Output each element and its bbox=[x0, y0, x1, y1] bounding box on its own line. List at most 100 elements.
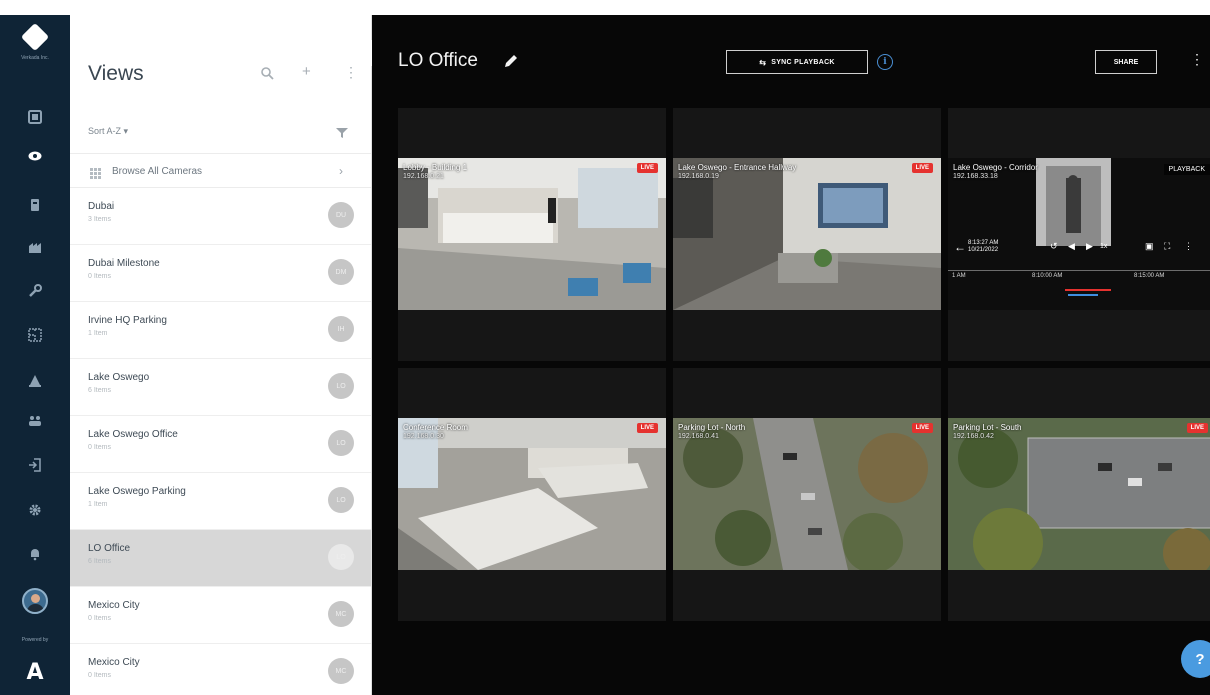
view-item-count: 1 Item bbox=[88, 501, 108, 508]
view-list-item[interactable]: Dubai Milestone 0 Items DM bbox=[70, 245, 371, 302]
fullscreen-icon[interactable]: ⛶ bbox=[1164, 241, 1170, 252]
camera-ip: 192.168.0.41 bbox=[678, 433, 719, 440]
picture-in-picture-icon[interactable]: ▣ bbox=[1145, 241, 1154, 252]
step-back-icon[interactable]: ◀ bbox=[1068, 241, 1075, 252]
tools-icon[interactable] bbox=[25, 281, 45, 301]
view-name: Irvine HQ Parking bbox=[88, 315, 167, 326]
grid-icon bbox=[90, 166, 101, 179]
rewind-icon[interactable]: ↺ bbox=[1050, 241, 1058, 252]
speed-icon[interactable]: 1x bbox=[1100, 243, 1107, 250]
buildings-icon[interactable] bbox=[25, 237, 45, 257]
cameras-icon[interactable] bbox=[25, 146, 45, 166]
camera-name: Parking Lot - South bbox=[953, 423, 1022, 432]
view-list-item[interactable]: LO Office 6 Items LO bbox=[70, 530, 371, 587]
view-list-item[interactable]: Lake Oswego Parking 1 Item LO bbox=[70, 473, 371, 530]
camera-feed-image bbox=[398, 418, 666, 570]
camera-feed-image bbox=[398, 158, 666, 310]
camera-ip: 192.168.0.21 bbox=[403, 173, 444, 180]
view-name: Mexico City bbox=[88, 600, 140, 611]
chevron-right-icon: › bbox=[339, 164, 343, 178]
timeline-tick-label: 1 AM bbox=[952, 273, 966, 279]
sidebar-title: Views bbox=[88, 62, 144, 85]
people-icon[interactable] bbox=[25, 411, 45, 431]
view-list-item[interactable]: Mexico City 0 Items MC bbox=[70, 587, 371, 644]
camera-ip: 192.168.0.19 bbox=[678, 173, 719, 180]
camera-feed[interactable]: Parking Lot - South 192.168.0.42 LIVE bbox=[948, 418, 1210, 570]
view-list-item[interactable]: Mexico City 0 Items MC bbox=[70, 644, 371, 695]
camera-name: Lobby - Building 1 bbox=[403, 163, 468, 172]
playback-badge: PLAYBACK bbox=[1163, 164, 1210, 175]
timeline-recording-segment bbox=[1068, 294, 1098, 296]
view-list-item[interactable]: Dubai 3 Items DU bbox=[70, 188, 371, 245]
view-thumbnail-badge: LO bbox=[328, 430, 354, 456]
share-button[interactable]: SHARE bbox=[1095, 50, 1157, 74]
view-thumbnail-badge: DU bbox=[328, 202, 354, 228]
camera-name: Lake Oswego - Entrance Hallway bbox=[678, 163, 797, 172]
view-item-count: 6 Items bbox=[88, 387, 111, 394]
camera-tile[interactable]: Parking Lot - North 192.168.0.41 LIVE bbox=[673, 368, 941, 621]
playback-date: 10/21/2022 bbox=[968, 247, 999, 253]
camera-feed-image bbox=[948, 418, 1210, 570]
powered-by-logo: A bbox=[26, 660, 44, 685]
view-name: Dubai Milestone bbox=[88, 258, 160, 269]
filter-icon[interactable] bbox=[336, 125, 348, 138]
view-item-count: 0 Items bbox=[88, 672, 111, 679]
floorplan-icon[interactable] bbox=[25, 325, 45, 345]
view-thumbnail-badge: IH bbox=[328, 316, 354, 342]
view-item-count: 0 Items bbox=[88, 273, 111, 280]
camera-name: Lake Oswego - Corridor bbox=[953, 163, 1038, 172]
camera-feed[interactable]: Conference Room 192.168.0.30 LIVE bbox=[398, 418, 666, 570]
browse-all-cameras[interactable]: Browse All Cameras › bbox=[70, 153, 371, 188]
info-icon[interactable]: i bbox=[877, 54, 893, 70]
view-thumbnail-badge: LO bbox=[328, 373, 354, 399]
camera-feed[interactable]: Lobby - Building 1 192.168.0.21 LIVE bbox=[398, 158, 666, 310]
view-list-item[interactable]: Irvine HQ Parking 1 Item IH bbox=[70, 302, 371, 359]
camera-tile[interactable]: Parking Lot - South 192.168.0.42 LIVE bbox=[948, 368, 1210, 621]
camera-tile[interactable]: Conference Room 192.168.0.30 LIVE bbox=[398, 368, 666, 621]
view-list-item[interactable]: Lake Oswego 6 Items LO bbox=[70, 359, 371, 416]
play-icon[interactable]: ▶ bbox=[1086, 241, 1093, 252]
nav-rail: Verkada Inc. Powered by A bbox=[0, 15, 70, 695]
camera-feed[interactable]: Parking Lot - North 192.168.0.41 LIVE bbox=[673, 418, 941, 570]
more-icon[interactable]: ⋮ bbox=[1184, 241, 1193, 252]
view-item-count: 0 Items bbox=[88, 444, 111, 451]
dashboard-icon[interactable] bbox=[25, 107, 45, 127]
sidebar-more-button[interactable]: ⋮ bbox=[344, 65, 358, 79]
camera-tile[interactable]: Lobby - Building 1 192.168.0.21 LIVE bbox=[398, 108, 666, 361]
view-more-button[interactable]: ⋮ bbox=[1190, 51, 1204, 68]
playback-timestamp: 8:13:27 AM 10/21/2022 bbox=[968, 240, 998, 254]
back-arrow-icon[interactable]: ← bbox=[954, 240, 966, 254]
camera-tile[interactable]: Lake Oswego - Entrance Hallway 192.168.0.… bbox=[673, 108, 941, 361]
avatar-head bbox=[31, 594, 40, 603]
camera-feed[interactable]: Lake Oswego - Corridor 192.168.33.18 PLAYB… bbox=[948, 158, 1210, 310]
alarms-icon[interactable] bbox=[25, 371, 45, 391]
add-view-button[interactable]: + bbox=[302, 64, 311, 79]
user-avatar[interactable] bbox=[22, 588, 48, 614]
notifications-icon[interactable] bbox=[25, 544, 45, 564]
view-item-count: 0 Items bbox=[88, 615, 111, 622]
view-item-count: 6 Items bbox=[88, 558, 111, 565]
access-icon[interactable] bbox=[25, 455, 45, 475]
search-icon[interactable] bbox=[260, 66, 274, 80]
camera-feed[interactable]: Lake Oswego - Entrance Hallway 192.168.0.… bbox=[673, 158, 941, 310]
timeline-track[interactable] bbox=[948, 270, 1210, 271]
view-name: Lake Oswego Parking bbox=[88, 486, 186, 497]
sites-icon[interactable] bbox=[25, 195, 45, 215]
view-name: Lake Oswego bbox=[88, 372, 150, 383]
live-badge: LIVE bbox=[1186, 423, 1208, 433]
brand-diamond-icon bbox=[20, 22, 50, 52]
live-badge: LIVE bbox=[911, 423, 933, 433]
view-thumbnail-badge: LO bbox=[328, 487, 354, 513]
brand-logo[interactable]: Verkada Inc. bbox=[0, 15, 70, 75]
settings-icon[interactable] bbox=[25, 500, 45, 520]
brand-subtext: Verkada Inc. bbox=[21, 55, 49, 61]
camera-view-panel: LO Office ⇆ SYNC PLAYBACK i SHARE ⋮ Lobb… bbox=[372, 15, 1210, 695]
view-list-item[interactable]: Lake Oswego Office 0 Items LO bbox=[70, 416, 371, 473]
edit-pencil-icon[interactable] bbox=[503, 53, 519, 69]
sync-playback-button[interactable]: ⇆ SYNC PLAYBACK bbox=[726, 50, 868, 74]
timeline-playhead-range[interactable] bbox=[1065, 289, 1111, 291]
camera-tile[interactable]: Lake Oswego - Corridor 192.168.33.18 PLAYB… bbox=[948, 108, 1210, 361]
camera-ip: 192.168.0.30 bbox=[403, 433, 444, 440]
sync-icon: ⇆ bbox=[759, 57, 767, 67]
sort-dropdown[interactable]: Sort A-Z ▾ bbox=[88, 126, 128, 137]
